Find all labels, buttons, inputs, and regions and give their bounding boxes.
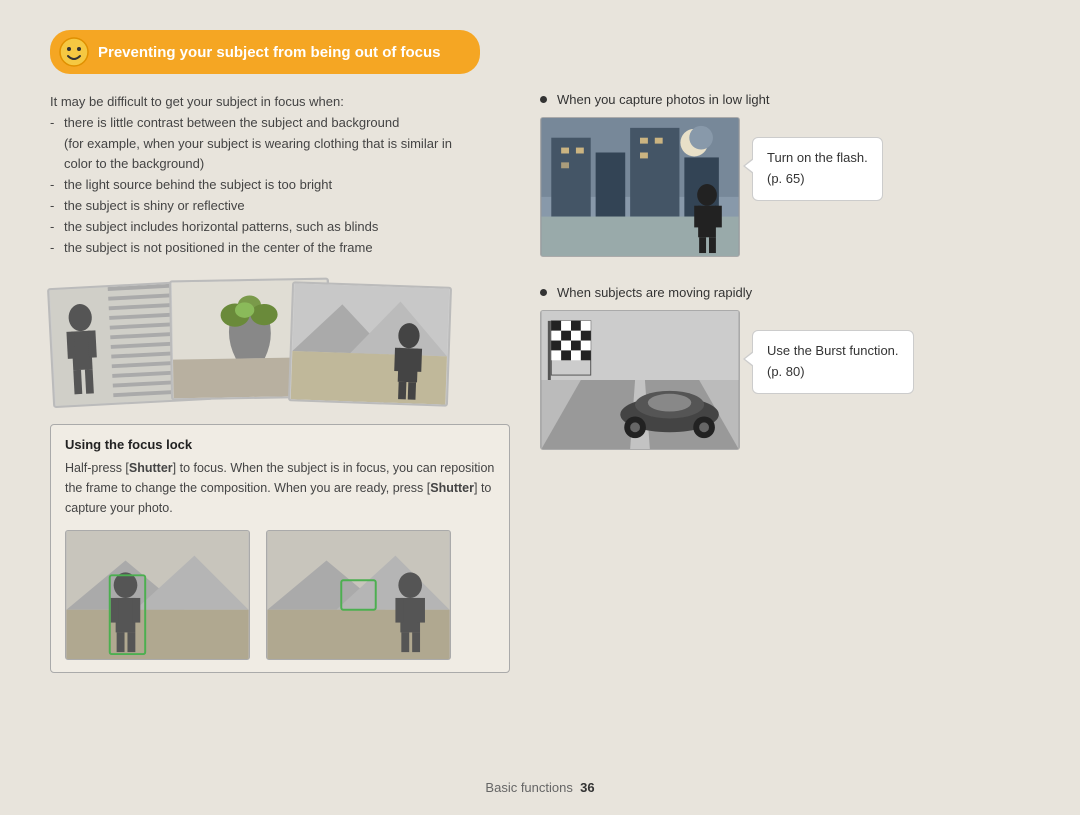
page-number: 36 bbox=[580, 780, 594, 795]
scene-photo-2 bbox=[540, 310, 740, 450]
header-banner: Preventing your subject from being out o… bbox=[50, 30, 480, 74]
right-section-1: When you capture photos in low light bbox=[540, 92, 1030, 257]
focus-illustration-1 bbox=[66, 531, 249, 659]
footer-text: Basic functions bbox=[485, 780, 572, 795]
intro-text: It may be difficult to get your subject … bbox=[50, 92, 510, 258]
left-column: It may be difficult to get your subject … bbox=[50, 92, 510, 673]
callout-text-2a: Use the Burst function. bbox=[767, 343, 899, 358]
scene-container-2: Use the Burst function. (p. 80) bbox=[540, 310, 1030, 450]
list-item: the subject is not positioned in the cen… bbox=[50, 238, 510, 259]
list-item: the subject includes horizontal patterns… bbox=[50, 217, 510, 238]
intro-sentence: It may be difficult to get your subject … bbox=[50, 94, 344, 109]
list-item: there is little contrast between the sub… bbox=[50, 113, 510, 175]
bullet-dot-2 bbox=[540, 289, 547, 296]
focus-lock-title: Using the focus lock bbox=[65, 437, 495, 452]
night-scene bbox=[541, 118, 739, 256]
bullet-text-1: When you capture photos in low light bbox=[557, 92, 769, 107]
content-columns: It may be difficult to get your subject … bbox=[50, 92, 1030, 673]
focus-illustration-2 bbox=[267, 531, 450, 659]
callout-text-2b: (p. 80) bbox=[767, 364, 805, 379]
bullet-header-1: When you capture photos in low light bbox=[540, 92, 1030, 107]
header-title: Preventing your subject from being out o… bbox=[98, 44, 441, 61]
photo-card-3 bbox=[288, 282, 452, 408]
focus-lock-text: Half-press [Shutter] to focus. When the … bbox=[65, 458, 495, 518]
bullet-list: there is little contrast between the sub… bbox=[50, 113, 510, 259]
callout-bubble-1: Turn on the flash. (p. 65) bbox=[752, 137, 883, 201]
focus-photo-2 bbox=[266, 530, 451, 660]
callout-text-1b: (p. 65) bbox=[767, 171, 805, 186]
focus-photo-1 bbox=[65, 530, 250, 660]
scene-container-1: Turn on the flash. (p. 65) bbox=[540, 117, 1030, 257]
right-section-2: When subjects are moving rapidly bbox=[540, 285, 1030, 450]
focus-images bbox=[65, 530, 495, 660]
focus-lock-box: Using the focus lock Half-press [Shutter… bbox=[50, 424, 510, 673]
scene-photo-1 bbox=[540, 117, 740, 257]
page-container: Preventing your subject from being out o… bbox=[0, 0, 1080, 815]
photos-strip bbox=[50, 274, 510, 404]
callout-text-1a: Turn on the flash. bbox=[767, 150, 868, 165]
bullet-dot-1 bbox=[540, 96, 547, 103]
race-scene bbox=[541, 311, 739, 449]
page-footer: Basic functions 36 bbox=[0, 780, 1080, 795]
list-item: the subject is shiny or reflective bbox=[50, 196, 510, 217]
callout-bubble-2: Use the Burst function. (p. 80) bbox=[752, 330, 914, 394]
right-column: When you capture photos in low light bbox=[540, 92, 1030, 673]
bullet-text-2: When subjects are moving rapidly bbox=[557, 285, 752, 300]
bullet-header-2: When subjects are moving rapidly bbox=[540, 285, 1030, 300]
list-item: the light source behind the subject is t… bbox=[50, 175, 510, 196]
smiley-icon bbox=[58, 36, 90, 68]
photo-illustration-3 bbox=[290, 284, 450, 405]
